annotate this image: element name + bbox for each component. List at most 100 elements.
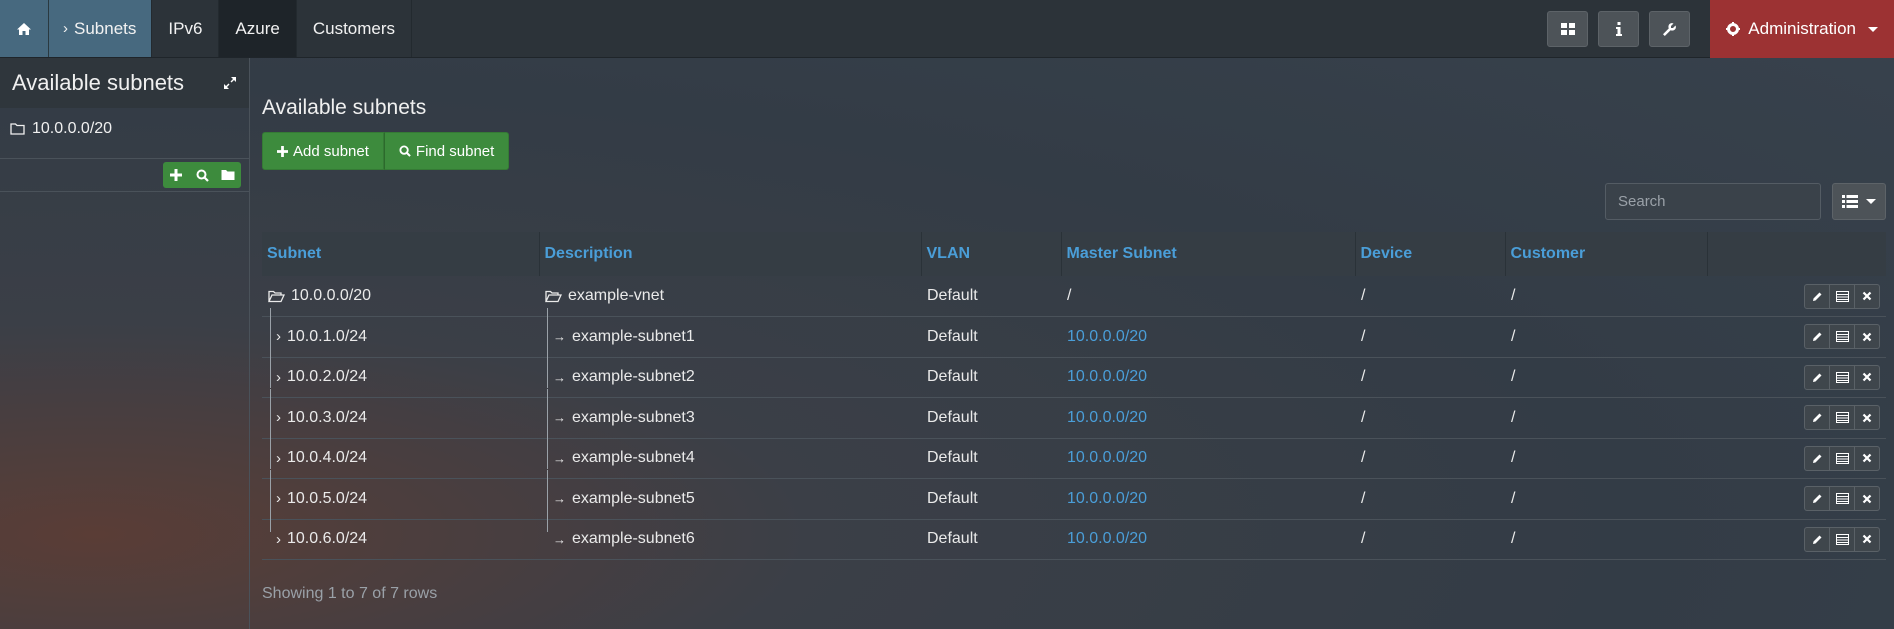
edit-button[interactable]	[1804, 364, 1830, 390]
column-header-device[interactable]: Device	[1355, 232, 1506, 276]
details-button[interactable]	[1829, 486, 1855, 512]
cell-actions	[1707, 357, 1886, 398]
delete-button[interactable]	[1854, 324, 1880, 350]
cell-subnet: › 10.0.6.0/24	[262, 510, 539, 560]
details-button[interactable]	[1829, 364, 1855, 390]
subnet-link[interactable]: 10.0.5.0/24	[287, 490, 367, 508]
sidebar: Available subnets 10.0.0.0/20	[0, 58, 250, 629]
cell-customer: /	[1511, 327, 1516, 345]
sidebar-tree-item[interactable]: 10.0.0.0/20	[0, 108, 249, 158]
delete-button[interactable]	[1854, 405, 1880, 431]
cell-master-subnet: 10.0.0.0/20	[1061, 519, 1355, 560]
search-button[interactable]	[193, 169, 211, 182]
master-subnet-link[interactable]: 10.0.0.0/20	[1067, 328, 1147, 345]
nav-item-azure[interactable]: Azure	[219, 0, 297, 57]
column-header-master-subnet[interactable]: Master Subnet	[1061, 232, 1356, 276]
subnet-link[interactable]: 10.0.4.0/24	[287, 449, 367, 467]
column-header-description[interactable]: Description	[539, 232, 922, 276]
edit-button[interactable]	[1804, 526, 1830, 552]
caret-down-icon	[1868, 26, 1878, 32]
table-row[interactable]: › 10.0.2.0/24 → example-subnet2 Default 10…	[262, 348, 1886, 398]
close-icon	[1862, 413, 1872, 423]
master-subnet-link[interactable]: 10.0.0.0/20	[1067, 368, 1147, 385]
add-subnet-button[interactable]: Add subnet	[262, 132, 384, 170]
nav-item-customers[interactable]: Customers	[297, 0, 413, 57]
master-subnet-link[interactable]: 10.0.0.0/20	[1067, 409, 1147, 426]
details-button[interactable]	[1829, 526, 1855, 552]
home-button[interactable]	[0, 0, 49, 57]
find-subnet-button[interactable]: Find subnet	[383, 132, 510, 170]
details-button[interactable]	[1829, 283, 1855, 309]
column-header-subnet[interactable]: Subnet	[262, 232, 540, 276]
edit-button[interactable]	[1804, 283, 1830, 309]
edit-button[interactable]	[1804, 324, 1830, 350]
table-row[interactable]: › 10.0.3.0/24 → example-subnet3 Default 10…	[262, 388, 1886, 438]
nav-item-ipv6[interactable]: IPv6	[152, 0, 220, 57]
edit-button[interactable]	[1804, 445, 1830, 471]
table-header-row: Subnet Description VLAN Master Subnet De…	[262, 232, 1886, 276]
info-button[interactable]	[1598, 11, 1640, 47]
table-icon	[1835, 371, 1849, 383]
chevron-right-icon: ›	[63, 20, 68, 37]
table-row[interactable]: › 10.0.4.0/24 → example-subnet4 Default 10…	[262, 429, 1886, 479]
find-subnet-label: Find subnet	[415, 142, 495, 160]
delete-button[interactable]	[1854, 445, 1880, 471]
table-icon	[1835, 331, 1849, 343]
delete-button[interactable]	[1854, 364, 1880, 390]
nav-item-label: Customers	[312, 18, 396, 38]
add-button[interactable]	[167, 169, 185, 181]
tree-line	[547, 510, 548, 533]
close-icon	[1862, 534, 1872, 544]
nav-item-label: IPv6	[168, 18, 203, 38]
tree-line	[547, 469, 548, 510]
column-header-customer[interactable]: Customer	[1505, 232, 1708, 276]
delete-button[interactable]	[1854, 526, 1880, 552]
table-icon	[1835, 533, 1849, 545]
folder-button[interactable]	[219, 169, 237, 181]
master-subnet-link[interactable]: 10.0.0.0/20	[1067, 530, 1147, 547]
subnet-link[interactable]: 10.0.6.0/24	[287, 530, 367, 548]
cell-actions	[1707, 479, 1886, 520]
delete-button[interactable]	[1854, 486, 1880, 512]
cell-actions	[1707, 276, 1886, 317]
table-row[interactable]: 10.0.0.0/20 example-vnet Default / / /	[262, 276, 1886, 317]
cell-customer: /	[1511, 489, 1516, 507]
pencil-icon	[1812, 454, 1821, 463]
details-button[interactable]	[1829, 445, 1855, 471]
table-row[interactable]: › 10.0.1.0/24 → example-subnet1 Default 10…	[262, 307, 1886, 357]
edit-button[interactable]	[1804, 486, 1830, 512]
list-icon	[1842, 195, 1858, 208]
cell-description: → example-subnet5	[539, 469, 921, 520]
columns-toggle-button[interactable]	[1832, 183, 1886, 220]
wrench-icon	[1663, 22, 1677, 36]
arrow-right-icon: →	[553, 531, 566, 547]
folder-icon	[221, 170, 235, 180]
home-icon	[17, 22, 31, 35]
search-input[interactable]	[1605, 183, 1821, 220]
details-button[interactable]	[1829, 324, 1855, 350]
arrow-right-icon: →	[553, 450, 566, 466]
nav-item-subnets[interactable]: › Subnets	[49, 0, 153, 57]
table-row[interactable]: › 10.0.5.0/24 → example-subnet5 Default 10…	[262, 469, 1886, 520]
cell-description: → example-subnet2	[539, 348, 921, 398]
delete-button[interactable]	[1854, 283, 1880, 309]
master-subnet-link[interactable]: 10.0.0.0/20	[1067, 490, 1147, 507]
cell-master-subnet: 10.0.0.0/20	[1061, 438, 1355, 479]
expand-icon[interactable]	[223, 76, 237, 90]
close-icon	[1862, 332, 1872, 342]
edit-button[interactable]	[1804, 405, 1830, 431]
details-button[interactable]	[1829, 405, 1855, 431]
cell-vlan: Default	[927, 327, 978, 345]
administration-menu[interactable]: Administration	[1710, 0, 1894, 58]
subnet-link[interactable]: 10.0.3.0/24	[287, 409, 367, 427]
subnet-link[interactable]: 10.0.0.0/20	[291, 287, 371, 305]
column-header-vlan[interactable]: VLAN	[921, 232, 1062, 276]
subnet-link[interactable]: 10.0.1.0/24	[287, 328, 367, 346]
tools-button[interactable]	[1649, 11, 1691, 47]
table-body: 10.0.0.0/20 example-vnet Default / / / ›…	[262, 276, 1886, 560]
dashboard-button[interactable]	[1547, 11, 1589, 47]
master-subnet-link[interactable]: 10.0.0.0/20	[1067, 449, 1147, 466]
subnet-link[interactable]: 10.0.2.0/24	[287, 368, 367, 386]
tree-line	[270, 388, 271, 429]
table-row[interactable]: › 10.0.6.0/24 → example-subnet6 Default 10…	[262, 510, 1886, 560]
